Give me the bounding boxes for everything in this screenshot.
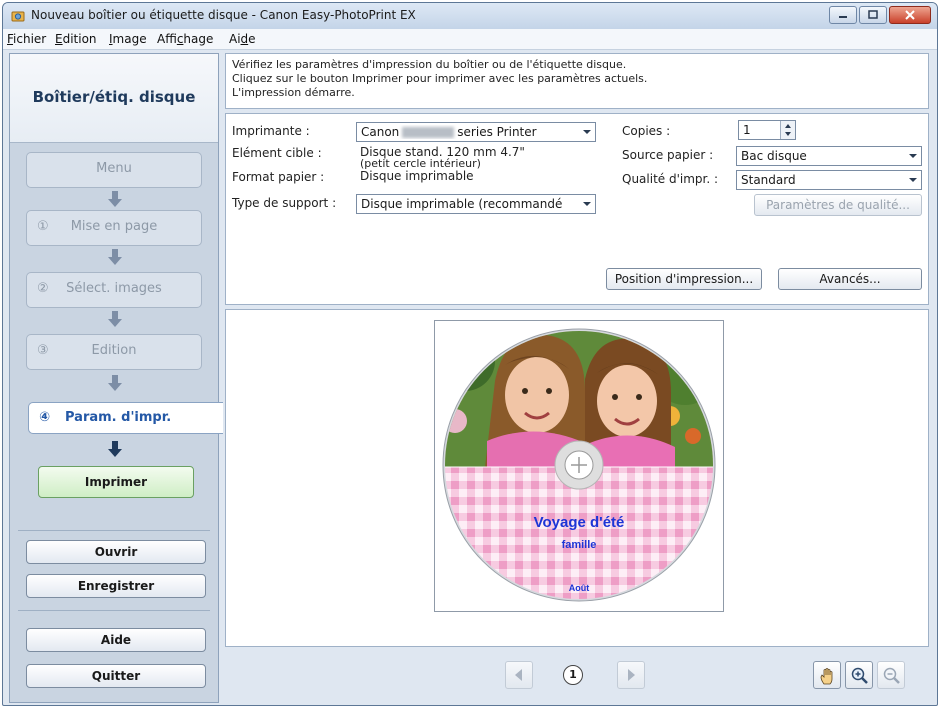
maximize-button[interactable] xyxy=(859,6,887,24)
zoom-out-icon xyxy=(883,667,900,684)
zoom-out-button[interactable] xyxy=(877,661,905,689)
pan-hand-button[interactable] xyxy=(813,661,841,689)
dropdown-arrow-icon xyxy=(909,178,917,182)
arrow-down-icon xyxy=(108,249,122,265)
sidebar: Boîtier/étiq. disque Menu ① Mise en page… xyxy=(9,53,224,703)
quality-value: Standard xyxy=(741,173,796,187)
arrow-down-icon xyxy=(108,375,122,391)
paper-source-label: Source papier : xyxy=(622,148,714,162)
save-button[interactable]: Enregistrer xyxy=(26,574,206,598)
advanced-button[interactable]: Avancés... xyxy=(778,268,922,290)
zoom-in-button[interactable] xyxy=(845,661,873,689)
copies-label: Copies : xyxy=(622,124,671,138)
spinner-arrows-icon xyxy=(785,124,791,136)
printer-value: Canon series Printer xyxy=(361,125,537,139)
instruction-line: Vérifiez les paramètres d'impression du … xyxy=(232,58,627,71)
media-type-select[interactable]: Disque imprimable (recommandé xyxy=(356,194,596,214)
quality-select[interactable]: Standard xyxy=(736,170,922,190)
dropdown-arrow-icon xyxy=(583,202,591,206)
printer-label: Imprimante : xyxy=(232,124,310,138)
print-position-button[interactable]: Position d'impression... xyxy=(606,268,762,290)
disc-title-text[interactable]: Voyage d'été xyxy=(534,514,625,531)
menu-fichier[interactable]: Fichier xyxy=(7,32,46,46)
title-bar[interactable]: Nouveau boîtier ou étiquette disque - Ca… xyxy=(3,3,937,30)
arrow-down-icon xyxy=(108,311,122,327)
step-label: Menu xyxy=(96,161,132,176)
disc-preview[interactable]: Voyage d'été famille Août xyxy=(435,321,723,611)
menu-bar: Fichier Edition Image Affichage Aide xyxy=(3,29,937,50)
print-button[interactable]: Imprimer xyxy=(38,466,194,498)
media-type-value: Disque imprimable (recommandé xyxy=(361,197,563,211)
main-area: Vérifiez les paramètres d'impression du … xyxy=(223,53,933,703)
sidebar-header: Boîtier/étiq. disque xyxy=(10,54,218,143)
instruction-line: Cliquez sur le bouton Imprimer pour impr… xyxy=(232,72,648,85)
disc-subtitle-text[interactable]: famille xyxy=(562,539,597,551)
zoom-in-icon xyxy=(851,667,868,684)
preview-toolbar: 1 xyxy=(225,651,929,699)
step-select-images[interactable]: ② Sélect. images xyxy=(26,272,202,308)
arrow-down-icon xyxy=(108,441,122,457)
menu-affichage[interactable]: Affichage xyxy=(157,32,213,46)
disc-month-text[interactable]: Août xyxy=(569,583,590,593)
sidebar-divider xyxy=(18,610,210,611)
copies-spinner[interactable]: 1 xyxy=(738,120,796,140)
app-window: Nouveau boîtier ou étiquette disque - Ca… xyxy=(2,2,938,706)
redacted-model xyxy=(402,127,455,138)
arrow-right-icon xyxy=(628,669,635,681)
sidebar-title: Boîtier/étiq. disque xyxy=(32,88,196,106)
paper-size-value: Disque imprimable xyxy=(360,169,474,183)
help-button[interactable]: Aide xyxy=(26,628,206,652)
paper-size-label: Format papier : xyxy=(232,170,325,184)
dropdown-arrow-icon xyxy=(583,130,591,134)
dropdown-arrow-icon xyxy=(909,154,917,158)
minimize-icon xyxy=(839,16,847,18)
maximize-icon xyxy=(868,10,878,19)
preview-panel: Voyage d'été famille Août xyxy=(225,309,929,647)
arrow-left-icon xyxy=(515,669,522,681)
quality-label: Qualité d'impr. : xyxy=(622,172,719,186)
step-label: Mise en page xyxy=(70,219,158,234)
menu-aide[interactable]: Aide xyxy=(229,32,256,46)
step-mise-en-page[interactable]: ① Mise en page xyxy=(26,210,202,246)
quality-settings-button[interactable]: Paramètres de qualité... xyxy=(754,194,922,216)
step-edition[interactable]: ③ Edition xyxy=(26,334,202,370)
target-label: Elément cible : xyxy=(232,146,322,160)
step-label: Param. d'impr. xyxy=(65,410,172,425)
copies-value: 1 xyxy=(743,123,751,137)
sidebar-divider xyxy=(18,530,210,531)
instructions-panel: Vérifiez les paramètres d'impression du … xyxy=(225,53,929,109)
menu-edition[interactable]: Edition xyxy=(55,32,97,46)
menu-image[interactable]: Image xyxy=(109,32,147,46)
page-number: 1 xyxy=(563,665,583,685)
close-button[interactable] xyxy=(889,6,931,24)
print-settings-panel: Imprimante : Canon series Printer Elément… xyxy=(225,113,929,305)
step-label: Sélect. images xyxy=(66,281,162,296)
open-button[interactable]: Ouvrir xyxy=(26,540,206,564)
media-type-label: Type de support : xyxy=(232,196,337,210)
app-icon xyxy=(11,11,25,22)
paper-source-select[interactable]: Bac disque xyxy=(736,146,922,166)
minimize-button[interactable] xyxy=(829,6,857,24)
next-page-button[interactable] xyxy=(617,661,645,689)
spinner-arrows[interactable] xyxy=(780,121,795,139)
window-title: Nouveau boîtier ou étiquette disque - Ca… xyxy=(31,8,416,22)
hand-icon xyxy=(820,668,833,685)
step-print-settings[interactable]: ④ Param. d'impr. xyxy=(28,402,224,434)
previous-page-button[interactable] xyxy=(505,661,533,689)
arrow-down-icon xyxy=(108,191,122,207)
label-page: Voyage d'été famille Août xyxy=(434,320,724,612)
paper-source-value: Bac disque xyxy=(741,149,807,163)
close-icon xyxy=(905,10,915,20)
step-label: Edition xyxy=(91,343,137,358)
step-menu[interactable]: Menu xyxy=(26,152,202,188)
printer-select[interactable]: Canon series Printer xyxy=(356,122,596,142)
quit-button[interactable]: Quitter xyxy=(26,664,206,688)
instruction-line: L'impression démarre. xyxy=(232,86,355,99)
